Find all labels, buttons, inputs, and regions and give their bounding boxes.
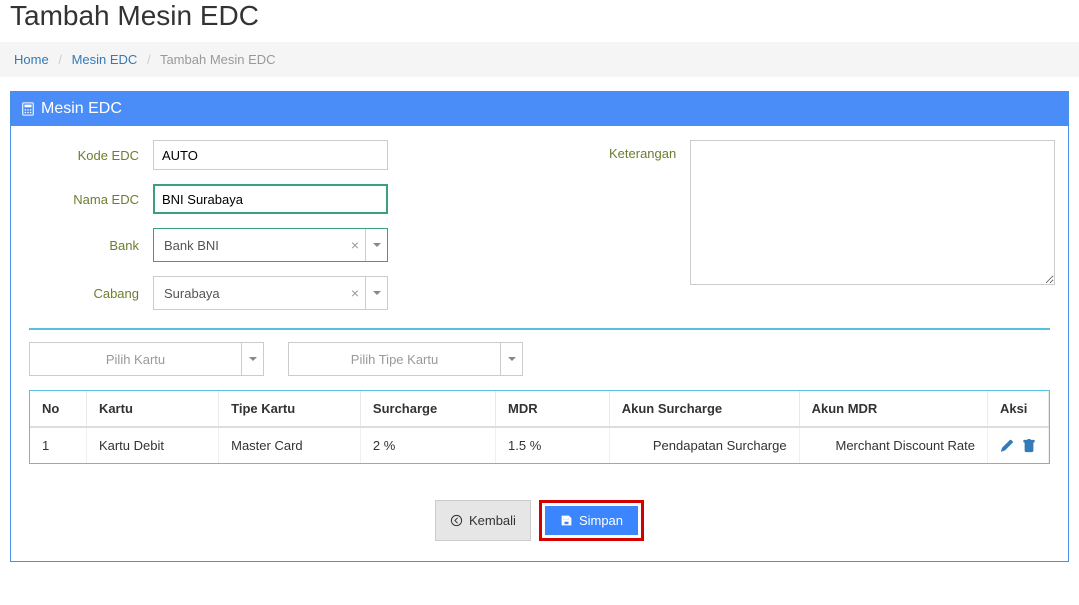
save-icon — [560, 514, 573, 527]
cell-mdr: 1.5 % — [496, 427, 610, 463]
chevron-down-icon[interactable] — [241, 343, 263, 375]
cell-kartu: Kartu Debit — [86, 427, 218, 463]
col-header-akun-mdr: Akun MDR — [799, 391, 987, 427]
pilih-kartu-select[interactable]: Pilih Kartu — [29, 342, 264, 376]
col-header-aksi: Aksi — [987, 391, 1048, 427]
pilih-tipe-kartu-select[interactable]: Pilih Tipe Kartu — [288, 342, 523, 376]
cell-tipe: Master Card — [219, 427, 361, 463]
cell-akun-surcharge: Pendapatan Surcharge — [609, 427, 799, 463]
page-title: Tambah Mesin EDC — [0, 0, 1079, 42]
bank-select[interactable]: Bank BNI × — [153, 228, 388, 262]
kembali-button[interactable]: Kembali — [435, 500, 531, 541]
breadcrumb-separator: / — [141, 52, 157, 67]
breadcrumb-separator: / — [52, 52, 68, 67]
col-header-mdr: MDR — [496, 391, 610, 427]
breadcrumb-parent[interactable]: Mesin EDC — [72, 52, 138, 67]
table-row: 1 Kartu Debit Master Card 2 % 1.5 % Pend… — [30, 427, 1049, 463]
trash-icon[interactable] — [1022, 439, 1036, 453]
cell-akun-mdr: Merchant Discount Rate — [799, 427, 987, 463]
kode-edc-label: Kode EDC — [29, 148, 139, 163]
arrow-left-circle-icon — [450, 514, 463, 527]
col-header-no: No — [30, 391, 86, 427]
simpan-button[interactable]: Simpan — [545, 506, 638, 535]
kembali-label: Kembali — [469, 513, 516, 528]
col-header-kartu: Kartu — [86, 391, 218, 427]
cell-surcharge: 2 % — [360, 427, 495, 463]
keterangan-textarea[interactable] — [690, 140, 1055, 285]
simpan-label: Simpan — [579, 513, 623, 528]
chevron-down-icon[interactable] — [365, 277, 387, 309]
col-header-akun-surcharge: Akun Surcharge — [609, 391, 799, 427]
cell-aksi — [987, 427, 1048, 463]
edit-icon[interactable] — [1000, 439, 1014, 453]
chevron-down-icon[interactable] — [500, 343, 522, 375]
divider — [29, 328, 1050, 330]
card-table: No Kartu Tipe Kartu Surcharge MDR Akun S… — [29, 390, 1050, 464]
pilih-kartu-placeholder: Pilih Kartu — [30, 343, 241, 375]
bank-selected-value: Bank BNI — [154, 229, 345, 261]
kode-edc-input[interactable] — [153, 140, 388, 170]
pilih-tipe-placeholder: Pilih Tipe Kartu — [289, 343, 500, 375]
bank-label: Bank — [29, 238, 139, 253]
breadcrumb: Home / Mesin EDC / Tambah Mesin EDC — [0, 42, 1079, 77]
col-header-surcharge: Surcharge — [360, 391, 495, 427]
cell-no: 1 — [30, 427, 86, 463]
cabang-selected-value: Surabaya — [154, 277, 345, 309]
col-header-tipe: Tipe Kartu — [219, 391, 361, 427]
panel-mesin-edc: Mesin EDC Kode EDC Nama EDC Bank Bank BN… — [10, 91, 1069, 562]
keterangan-label: Keterangan — [609, 140, 676, 324]
save-highlight-frame: Simpan — [539, 500, 644, 541]
chevron-down-icon[interactable] — [365, 229, 387, 261]
nama-edc-label: Nama EDC — [29, 192, 139, 207]
panel-title: Mesin EDC — [41, 100, 122, 118]
panel-header: Mesin EDC — [11, 92, 1068, 126]
calculator-icon — [21, 102, 35, 116]
nama-edc-input[interactable] — [153, 184, 388, 214]
cabang-label: Cabang — [29, 286, 139, 301]
clear-icon[interactable]: × — [345, 277, 365, 309]
cabang-select[interactable]: Surabaya × — [153, 276, 388, 310]
breadcrumb-current: Tambah Mesin EDC — [160, 52, 276, 67]
clear-icon[interactable]: × — [345, 229, 365, 261]
breadcrumb-home[interactable]: Home — [14, 52, 49, 67]
